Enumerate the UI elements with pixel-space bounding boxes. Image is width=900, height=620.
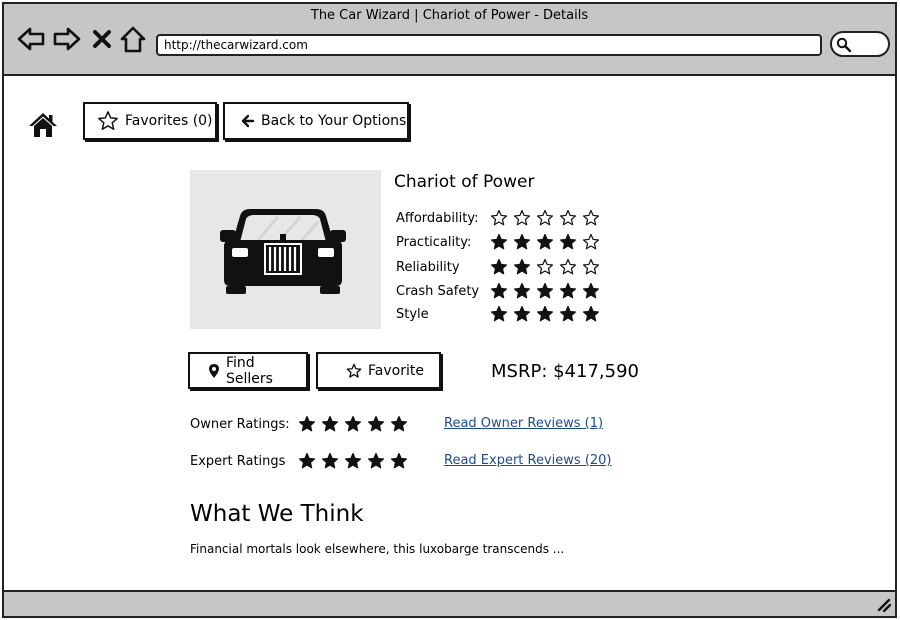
star-rating: [490, 282, 600, 300]
star-filled-icon: [559, 282, 577, 299]
star-filled-icon: [536, 282, 554, 299]
car-name: Chariot of Power: [394, 172, 535, 192]
star-outline-icon: [490, 209, 508, 226]
favorites-button[interactable]: Favorites (0): [83, 102, 217, 140]
star-filled-icon: [513, 282, 531, 299]
star-filled-icon: [582, 305, 600, 322]
rating-label: Style: [396, 306, 429, 322]
find-sellers-label: Find Sellers: [226, 354, 273, 387]
star-outline-icon: [346, 363, 362, 379]
favorite-label: Favorite: [368, 362, 424, 379]
what-we-think-heading: What We Think: [190, 501, 364, 527]
owner-reviews-link[interactable]: Read Owner Reviews (1): [444, 416, 603, 431]
back-arrow-icon[interactable]: [16, 24, 46, 54]
find-sellers-button[interactable]: Find Sellers: [188, 352, 308, 389]
star-filled-icon: [536, 305, 554, 322]
star-rating: [490, 233, 600, 251]
star-outline-icon: [559, 209, 577, 226]
star-outline-icon: [513, 209, 531, 226]
star-filled-icon: [582, 282, 600, 299]
star-outline-icon: [97, 110, 119, 132]
browser-window: The Car Wizard | Chariot of Power - Deta…: [2, 2, 897, 618]
star-filled-icon: [344, 415, 362, 432]
star-rating: [490, 209, 600, 227]
search-icon: [836, 37, 852, 53]
star-filled-icon: [513, 233, 531, 250]
car-icon: [220, 209, 346, 294]
map-pin-icon: [208, 363, 220, 379]
browser-toolbar: The Car Wizard | Chariot of Power - Deta…: [4, 4, 895, 76]
star-filled-icon: [490, 305, 508, 322]
arrow-left-icon: [241, 114, 255, 128]
rating-row-crash-safety: Crash Safety: [396, 280, 600, 302]
owner-ratings-label: Owner Ratings:: [190, 416, 290, 432]
rating-row-reliability: Reliability: [396, 256, 600, 278]
star-filled-icon: [559, 305, 577, 322]
star-filled-icon: [298, 415, 316, 432]
star-filled-icon: [321, 452, 339, 469]
rating-row-style: Style: [396, 303, 600, 325]
star-filled-icon: [390, 452, 408, 469]
favorite-button[interactable]: Favorite: [316, 352, 441, 389]
rating-label: Crash Safety: [396, 283, 480, 299]
window-title: The Car Wizard | Chariot of Power - Deta…: [310, 8, 589, 23]
rating-label: Practicality:: [396, 234, 472, 250]
rating-row-affordability: Affordability:: [396, 207, 600, 229]
star-filled-icon: [513, 258, 531, 275]
star-filled-icon: [559, 233, 577, 250]
expert-reviews-link[interactable]: Read Expert Reviews (20): [444, 453, 612, 468]
search-field[interactable]: [830, 31, 890, 57]
star-filled-icon: [367, 452, 385, 469]
star-filled-icon: [344, 452, 362, 469]
star-outline-icon: [536, 209, 554, 226]
status-bar: [4, 590, 895, 616]
star-filled-icon: [390, 415, 408, 432]
star-filled-icon: [298, 452, 316, 469]
owner-ratings-row: Owner Ratings:: [190, 413, 408, 435]
expert-ratings-row: Expert Ratings: [190, 450, 408, 472]
star-filled-icon: [513, 305, 531, 322]
close-icon[interactable]: [90, 24, 120, 54]
star-rating: [298, 415, 408, 433]
star-rating: [490, 305, 600, 323]
star-outline-icon: [582, 209, 600, 226]
rating-label: Reliability: [396, 259, 460, 275]
star-rating: [490, 258, 600, 276]
msrp-price: MSRP: $417,590: [491, 361, 639, 382]
home-icon[interactable]: [28, 111, 58, 143]
back-button-label: Back to Your Options: [261, 113, 407, 129]
rating-row-practicality: Practicality:: [396, 231, 600, 253]
star-filled-icon: [321, 415, 339, 432]
star-outline-icon: [536, 258, 554, 275]
star-filled-icon: [367, 415, 385, 432]
star-filled-icon: [490, 233, 508, 250]
favorites-button-label: Favorites (0): [125, 113, 213, 129]
star-outline-icon: [582, 258, 600, 275]
summary-text: Financial mortals look elsewhere, this l…: [190, 542, 565, 556]
expert-ratings-label: Expert Ratings: [190, 453, 286, 469]
star-filled-icon: [536, 233, 554, 250]
rating-label: Affordability:: [396, 210, 479, 226]
star-rating: [298, 452, 408, 470]
star-outline-icon: [559, 258, 577, 275]
home-nav-icon[interactable]: [118, 24, 148, 54]
resize-handle-icon[interactable]: [877, 598, 891, 612]
back-to-options-button[interactable]: Back to Your Options: [223, 102, 409, 140]
forward-arrow-icon[interactable]: [52, 24, 82, 54]
star-filled-icon: [490, 282, 508, 299]
star-filled-icon: [490, 258, 508, 275]
address-bar[interactable]: http://thecarwizard.com: [156, 34, 822, 56]
star-outline-icon: [582, 233, 600, 250]
car-image: [190, 170, 381, 329]
